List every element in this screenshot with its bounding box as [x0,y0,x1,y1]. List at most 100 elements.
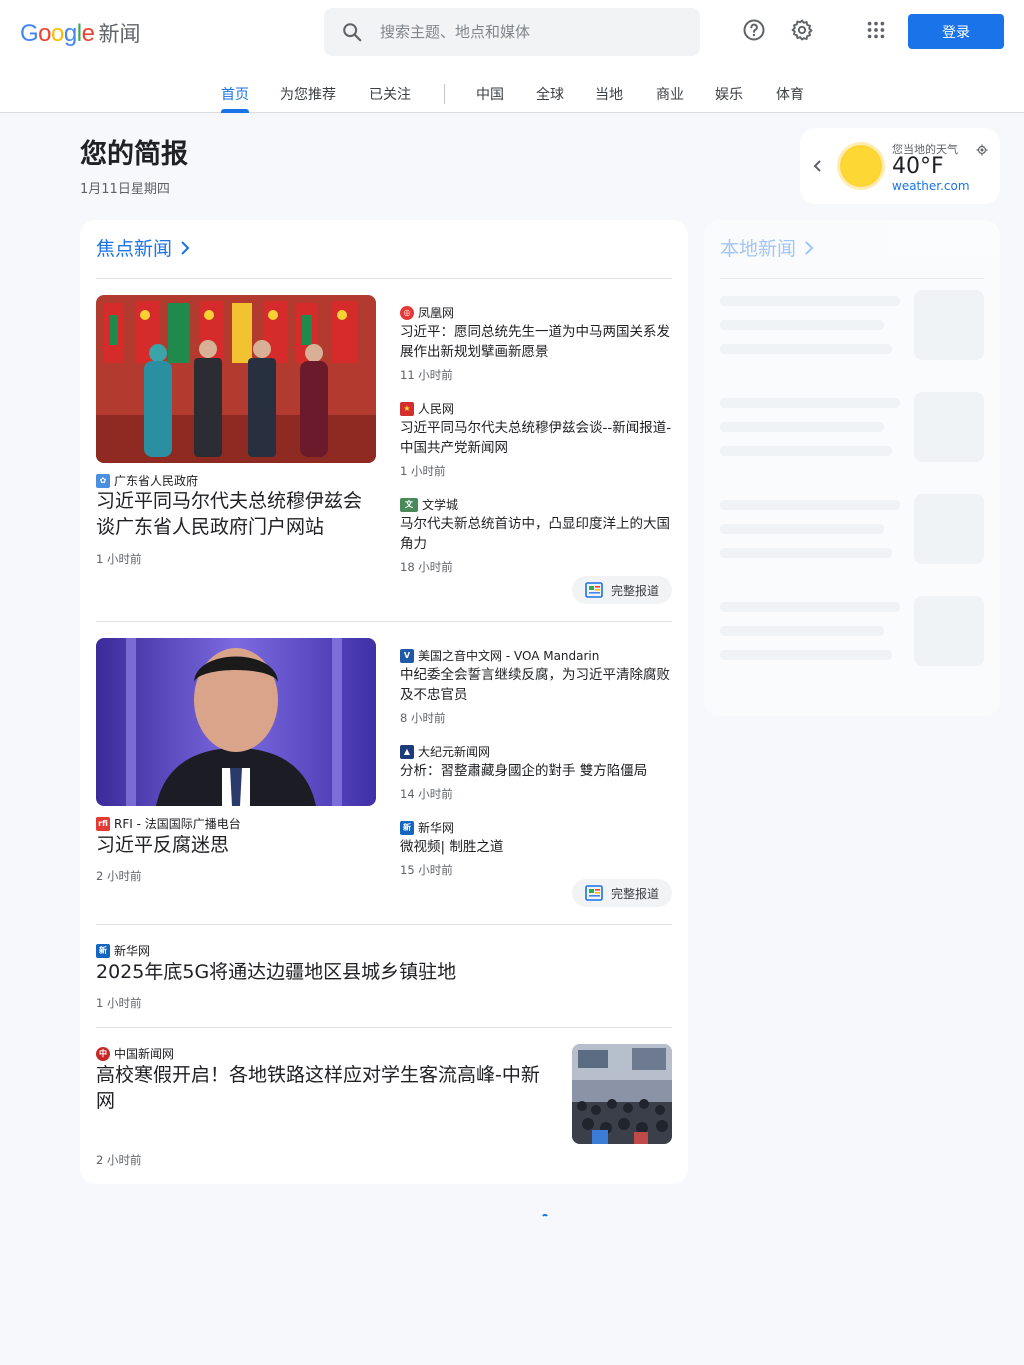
tab-sports[interactable]: 体育 [776,84,804,104]
loading-placeholder-image [914,392,984,462]
weather-source-link[interactable]: weather.com [892,179,970,193]
loading-placeholder-image [914,596,984,666]
local-news-title-text: 本地新闻 [720,238,797,260]
story-headline[interactable]: 马尔代夫新总统首访中，凸显印度洋上的大国角力 [400,514,672,554]
apps-grid-icon[interactable] [862,16,890,44]
full-coverage-button[interactable]: 完整报道 [572,879,672,907]
location-icon[interactable] [976,141,988,160]
local-news-title[interactable]: 本地新闻 [720,234,814,261]
full-coverage-button[interactable]: 完整报道 [572,576,672,604]
story-headline[interactable]: 分析：習整肅藏身國企的對手 雙方陷僵局 [400,761,672,781]
full-coverage-label: 完整报道 [610,886,659,901]
story-time: 1 小时前 [400,464,446,478]
logo-word: Google [20,20,95,47]
source-name: 新华网 [114,944,151,958]
source-name: RFI - 法国国际广播电台 [114,817,241,831]
top-stories-title-text: 焦点新闻 [96,238,173,260]
loading-placeholder-image [914,494,984,564]
story-image-maldives-meeting[interactable] [96,295,376,463]
gear-icon[interactable] [788,16,816,44]
story-source[interactable]: ★ 人民网 [400,400,454,417]
source-logo-icon: V [400,648,414,663]
tab-divider [444,84,445,104]
story-source[interactable]: 文 文学城 [400,496,458,513]
source-logo-icon: 新 [96,943,110,958]
story-headline[interactable]: 习近平同马尔代夫总统穆伊兹会谈--新闻报道-中国共产党新闻网 [400,418,672,458]
story-source[interactable]: 中 中国新闻网 [96,1045,174,1062]
story-time: 8 小时前 [400,711,446,725]
source-name: 新华网 [418,821,455,835]
top-stories-card: 焦点新闻 ✿ 广东省人民政府 习近平同马尔代夫总统穆伊兹会谈广东省人民政府门户网… [80,220,688,1184]
weather-temperature: 40°F [892,154,944,179]
story-time: 2 小时前 [96,1153,142,1167]
story-source[interactable]: ▲ 大纪元新闻网 [400,743,490,760]
search-bar[interactable] [324,8,700,56]
story-headline[interactable]: 习近平反腐迷思 [96,832,380,858]
tab-business[interactable]: 商业 [656,84,684,104]
story-headline[interactable]: 2025年底5G将通达边疆地区县城乡镇驻地 [96,959,672,985]
loading-placeholder [720,344,892,354]
help-icon[interactable] [740,16,768,44]
loading-placeholder [720,446,892,456]
tab-for-you[interactable]: 为您推荐 [280,84,336,104]
full-coverage-icon [585,885,603,901]
briefing-date: 1月11日星期四 [80,182,170,197]
local-news-card: 本地新闻 [704,220,1000,716]
story-headline[interactable]: 中纪委全会誓言继续反腐，为习近平清除腐败及不忠官员 [400,665,672,705]
story-headline[interactable]: 微视频| 制胜之道 [400,837,672,857]
tab-following[interactable]: 已关注 [369,84,411,104]
source-logo-icon: rfi [96,816,110,831]
story-time: 2 小时前 [96,869,142,883]
search-icon[interactable] [324,8,380,56]
loading-placeholder-image [914,290,984,360]
story-time: 14 小时前 [400,787,453,801]
chevron-right-icon [181,240,190,255]
tab-world[interactable]: 全球 [536,84,564,104]
login-button[interactable]: 登录 [908,14,1004,49]
full-coverage-label: 完整报道 [610,583,659,598]
loading-placeholder [720,650,892,660]
source-name: 广东省人民政府 [114,474,199,488]
source-logo-icon: ✿ [96,473,110,488]
full-coverage-icon [585,582,603,598]
story-time: 11 小时前 [400,368,453,382]
divider [96,621,672,622]
weather-widget[interactable]: 您当地的天气 40°F weather.com [800,128,1000,204]
loading-placeholder [720,398,900,408]
story-source[interactable]: 新 新华网 [400,819,454,836]
loading-placeholder [720,548,892,558]
source-logo-icon: 中 [96,1046,110,1061]
story-time: 1 小时前 [96,996,142,1010]
chevron-right-icon [805,240,814,255]
tab-home[interactable]: 首页 [221,84,249,104]
story-source[interactable]: ✿ 广东省人民政府 [96,472,198,489]
tab-china[interactable]: 中国 [476,84,504,104]
source-name: 中国新闻网 [114,1047,175,1061]
story-time: 15 小时前 [400,863,453,877]
section-tabs: 首页 为您推荐 已关注 中国 全球 当地 商业 娱乐 体育 [0,76,1024,113]
story-source[interactable]: 新 新华网 [96,942,150,959]
story-time: 18 小时前 [400,560,453,574]
story-source[interactable]: V 美国之音中文网 - VOA Mandarin [400,647,599,664]
loading-placeholder [720,602,900,612]
divider [96,278,672,279]
story-image-railway-station[interactable] [572,1044,672,1144]
story-image-xi-portrait[interactable] [96,638,376,806]
story-headline[interactable]: 高校寒假开启！各地铁路这样应对学生客流高峰-中新网 [96,1062,556,1114]
source-name: 人民网 [418,402,455,416]
top-stories-title[interactable]: 焦点新闻 [96,234,190,261]
source-logo-icon: 文 [400,497,418,512]
source-name: 大纪元新闻网 [418,745,491,759]
story-headline[interactable]: 习近平同马尔代夫总统穆伊兹会谈广东省人民政府门户网站 [96,488,380,540]
story-source[interactable]: ◎ 凤凰网 [400,304,454,321]
search-input[interactable] [380,23,680,41]
tab-entertainment[interactable]: 娱乐 [715,84,743,104]
loading-placeholder [720,524,884,534]
source-logo-icon: ★ [400,401,414,416]
tab-local[interactable]: 当地 [595,84,623,104]
briefing-title: 您的简报 [80,139,188,170]
google-news-logo[interactable]: Google 新闻 [20,18,140,48]
story-headline[interactable]: 习近平：愿同总统先生一道为中马两国关系发展作出新规划擘画新愿景 [400,322,672,362]
chevron-left-icon[interactable] [812,156,824,180]
story-source[interactable]: rfi RFI - 法国国际广播电台 [96,815,241,832]
